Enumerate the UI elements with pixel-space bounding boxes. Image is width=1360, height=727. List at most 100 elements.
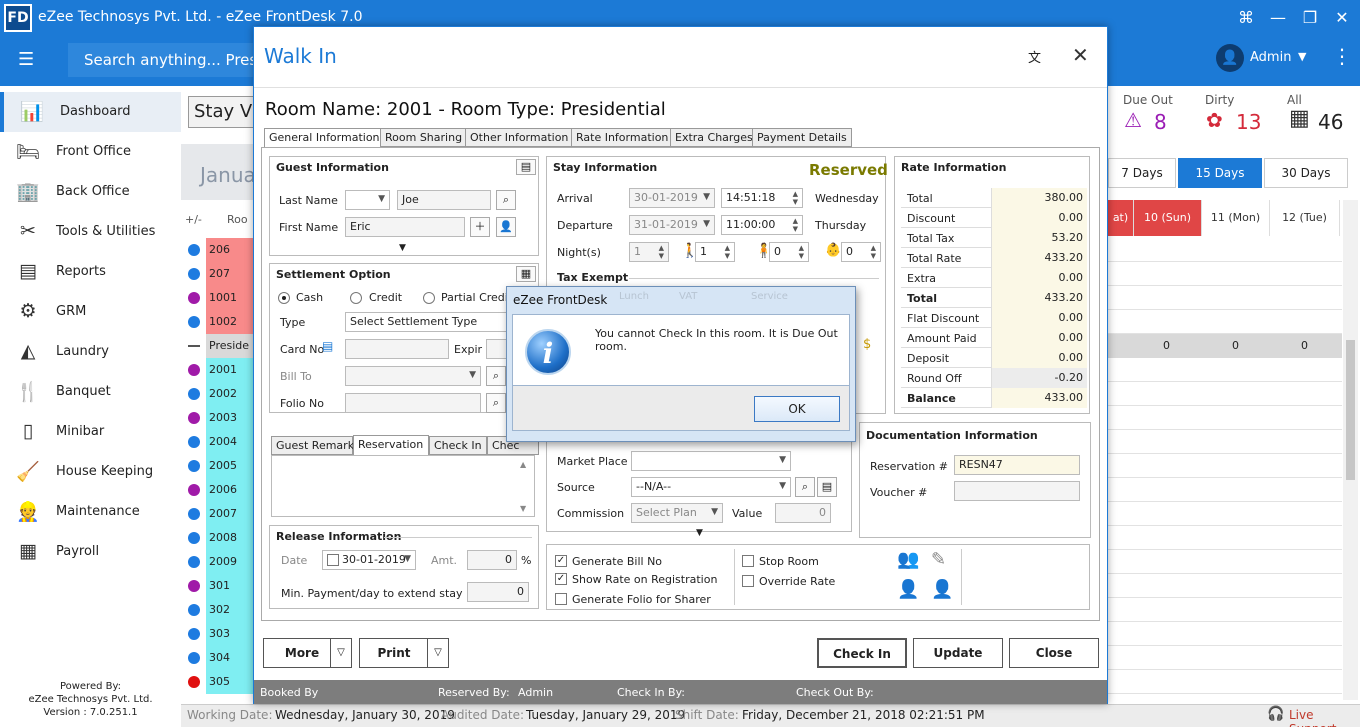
tab-reservation-remark[interactable]: Reservation bbox=[353, 435, 429, 455]
sidebar-item-laundry[interactable]: ◭ Laundry bbox=[0, 332, 181, 372]
settlement-type-select[interactable]: Select Settlement Type bbox=[345, 312, 515, 332]
scroll-down-icon[interactable]: ▼ bbox=[520, 504, 526, 513]
infants-stepper[interactable]: 0 ▲ ▼ bbox=[841, 242, 881, 262]
tab-general-information[interactable]: General Information bbox=[264, 128, 385, 148]
calendar-row[interactable] bbox=[1108, 430, 1342, 454]
reservation-number-input[interactable]: RESN47 bbox=[954, 455, 1080, 475]
folio-no-input[interactable] bbox=[345, 393, 481, 413]
commission-value-input[interactable]: 0 bbox=[775, 503, 831, 523]
sidebar-item-minibar[interactable]: ▯ Minibar bbox=[0, 412, 181, 452]
collapse-icon[interactable] bbox=[188, 345, 200, 347]
room-row[interactable]: 303 bbox=[181, 622, 256, 646]
calendar-row[interactable] bbox=[1108, 622, 1342, 646]
calendar-row[interactable] bbox=[1108, 670, 1342, 694]
more-options-icon[interactable]: ⋮ bbox=[1332, 46, 1352, 66]
menu-icon[interactable]: ☰ bbox=[18, 50, 40, 72]
settlement-card-icon[interactable]: ▦ bbox=[516, 266, 536, 282]
calendar-row[interactable] bbox=[1108, 286, 1342, 310]
edit-icon[interactable]: ✎ bbox=[931, 549, 946, 570]
expand-down-icon[interactable]: ▼ bbox=[696, 528, 703, 538]
generate-folio-checkbox[interactable] bbox=[555, 593, 567, 605]
user-name[interactable]: Admin bbox=[1250, 50, 1291, 65]
expand-down-icon[interactable]: ▼ bbox=[399, 243, 406, 253]
calendar-row[interactable] bbox=[1108, 310, 1342, 334]
calendar-row[interactable] bbox=[1108, 526, 1342, 550]
calendar-row[interactable] bbox=[1108, 382, 1342, 406]
first-name-input[interactable]: Eric bbox=[345, 217, 465, 237]
scrollbar-thumb[interactable] bbox=[1346, 340, 1355, 480]
sidebar-item-front-office[interactable]: 🛏 Front Office bbox=[0, 132, 181, 172]
departure-date-picker[interactable]: 31-01-2019 ▼ bbox=[629, 215, 715, 235]
scrollbar[interactable] bbox=[1343, 200, 1358, 700]
chevron-down-icon[interactable]: ▼ bbox=[1298, 50, 1306, 63]
tab-check-in-remark[interactable]: Check In bbox=[429, 436, 487, 455]
card-no-input[interactable] bbox=[345, 339, 449, 359]
departure-time-input[interactable]: 11:00:00 ▲ ▼ bbox=[721, 215, 803, 235]
calendar-row[interactable] bbox=[1108, 406, 1342, 430]
calendar-row[interactable] bbox=[1108, 238, 1342, 262]
search-folio-icon[interactable]: ⌕ bbox=[486, 393, 506, 413]
7-days-button[interactable]: 7 Days bbox=[1108, 158, 1176, 188]
room-row[interactable]: 1001 bbox=[181, 286, 256, 310]
sidebar-item-back-office[interactable]: 🏢 Back Office bbox=[0, 172, 181, 212]
arrival-date-picker[interactable]: 30-01-2019 ▼ bbox=[629, 188, 715, 208]
sidebar-item-grm[interactable]: ⚙ GRM bbox=[0, 292, 181, 332]
calendar-row[interactable] bbox=[1108, 358, 1342, 382]
live-support-link[interactable]: Live Support bbox=[1289, 708, 1360, 727]
room-row[interactable]: 304 bbox=[181, 646, 256, 670]
credit-radio[interactable] bbox=[350, 292, 362, 304]
calendar-row[interactable] bbox=[1108, 550, 1342, 574]
calendar-row[interactable] bbox=[1108, 454, 1342, 478]
check-in-button[interactable]: Check In bbox=[817, 638, 907, 668]
override-rate-checkbox[interactable] bbox=[742, 575, 754, 587]
room-row[interactable]: 2003 bbox=[181, 406, 256, 430]
room-row[interactable]: Preside bbox=[181, 334, 256, 358]
generate-bill-checkbox[interactable]: ✓ bbox=[555, 555, 567, 567]
calendar-row[interactable] bbox=[1108, 574, 1342, 598]
calendar-row[interactable] bbox=[1108, 502, 1342, 526]
search-source-icon[interactable]: ⌕ bbox=[795, 477, 815, 497]
room-row[interactable]: 2001 bbox=[181, 358, 256, 382]
guest-details-icon[interactable]: 👤 bbox=[931, 579, 953, 600]
guest-card-icon[interactable]: 👤 bbox=[897, 579, 919, 600]
dialog-close-button[interactable]: ✕ bbox=[1072, 43, 1089, 67]
tab-extra-charges[interactable]: Extra Charges bbox=[670, 128, 758, 147]
add-source-icon[interactable]: ▤ bbox=[817, 477, 837, 497]
arrival-time-input[interactable]: 14:51:18 ▲ ▼ bbox=[721, 188, 803, 208]
room-row[interactable]: 2008 bbox=[181, 526, 256, 550]
card-icon[interactable]: ▤ bbox=[322, 339, 333, 353]
calendar-row[interactable] bbox=[1108, 598, 1342, 622]
maximize-button[interactable]: ❐ bbox=[1298, 6, 1322, 30]
update-button[interactable]: Update bbox=[913, 638, 1003, 668]
tab-other-information[interactable]: Other Information bbox=[465, 128, 574, 147]
bill-to-select[interactable]: ▼ bbox=[345, 366, 481, 386]
room-row[interactable]: 302 bbox=[181, 598, 256, 622]
print-dropdown-icon[interactable]: ▽ bbox=[427, 638, 449, 668]
currency-icon[interactable]: $ bbox=[863, 337, 871, 352]
search-bill-to-icon[interactable]: ⌕ bbox=[486, 366, 506, 386]
dirty-count[interactable]: 13 bbox=[1236, 110, 1261, 134]
remark-textarea[interactable]: ▲ ▼ bbox=[271, 455, 535, 517]
room-row[interactable]: 2009 bbox=[181, 550, 256, 574]
close-button[interactable]: Close bbox=[1009, 638, 1099, 668]
more-dropdown-icon[interactable]: ▽ bbox=[330, 638, 352, 668]
search-input[interactable]: Search anything... Press bbox=[68, 43, 258, 77]
sidebar-item-reports[interactable]: ▤ Reports bbox=[0, 252, 181, 292]
salutation-select[interactable]: ▼ bbox=[345, 190, 390, 210]
guests-icon[interactable]: 👥 bbox=[897, 549, 919, 570]
30-days-button[interactable]: 30 Days bbox=[1264, 158, 1348, 188]
partial-credit-radio[interactable] bbox=[423, 292, 435, 304]
scroll-up-icon[interactable]: ▲ bbox=[520, 460, 526, 469]
sidebar-item-tools[interactable]: ✂ Tools & Utilities bbox=[0, 212, 181, 252]
room-row[interactable]: 2002 bbox=[181, 382, 256, 406]
room-row[interactable]: 2005 bbox=[181, 454, 256, 478]
sidebar-item-dashboard[interactable]: 📊 Dashboard bbox=[0, 92, 181, 132]
children-stepper[interactable]: 0 ▲ ▼ bbox=[769, 242, 809, 262]
translate-icon[interactable]: 文 bbox=[1028, 47, 1041, 66]
sidebar-item-banquet[interactable]: 🍴 Banquet bbox=[0, 372, 181, 412]
show-rate-checkbox[interactable]: ✓ bbox=[555, 573, 567, 585]
source-select[interactable]: --N/A-- ▼ bbox=[631, 477, 791, 497]
tab-rate-information[interactable]: Rate Information bbox=[571, 128, 674, 147]
add-icon[interactable]: ＋ bbox=[470, 217, 490, 237]
calendar-row[interactable] bbox=[1108, 478, 1342, 502]
